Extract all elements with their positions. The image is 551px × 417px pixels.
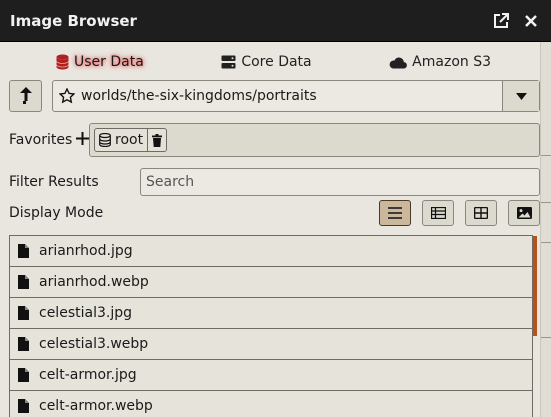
star-icon[interactable] <box>53 88 81 104</box>
server-icon <box>221 55 236 69</box>
trash-icon[interactable] <box>148 133 166 147</box>
search-input[interactable] <box>140 168 540 196</box>
file-icon <box>18 244 29 258</box>
filter-row: Filter Results <box>9 168 540 196</box>
list-icon <box>388 207 402 219</box>
favorite-chip-root[interactable]: root <box>94 128 168 152</box>
display-mode-table-button[interactable] <box>422 200 454 226</box>
tab-amazon-s3[interactable]: Amazon S3 <box>389 54 491 70</box>
favorite-chip-main[interactable]: root <box>95 129 149 151</box>
path-text: worlds/the-six-kingdoms/portraits <box>81 88 317 104</box>
favorite-chip-label: root <box>115 132 144 148</box>
display-mode-list-button[interactable] <box>379 200 411 226</box>
file-name: celt-armor.webp <box>39 398 153 414</box>
popout-icon[interactable] <box>491 11 511 31</box>
favorites-row: Favorites root <box>9 123 540 157</box>
image-icon <box>516 207 532 219</box>
path-row: worlds/the-six-kingdoms/portraits <box>9 80 540 112</box>
add-favorite-icon[interactable] <box>76 131 90 149</box>
close-icon[interactable] <box>521 11 541 31</box>
file-icon <box>18 337 29 351</box>
table-icon <box>430 207 446 219</box>
source-tabs: User Data Core Data Amazon S3 <box>0 48 551 76</box>
filter-label: Filter Results <box>9 174 99 190</box>
display-mode-row: Display Mode <box>9 199 540 227</box>
file-row[interactable]: celestial3.jpg <box>9 298 533 329</box>
file-icon <box>18 306 29 320</box>
file-name: celestial3.jpg <box>39 305 132 321</box>
file-icon <box>18 399 29 413</box>
database-icon <box>56 54 69 70</box>
path-dropdown-button[interactable] <box>502 81 539 111</box>
path-field[interactable]: worlds/the-six-kingdoms/portraits <box>52 80 540 112</box>
favorites-list: root <box>89 123 540 157</box>
file-row[interactable]: celt-armor.webp <box>9 391 533 417</box>
file-name: celestial3.webp <box>39 336 149 352</box>
display-mode-label: Display Mode <box>9 205 104 221</box>
file-name: arianrhod.webp <box>39 274 149 290</box>
tab-label: Amazon S3 <box>412 54 491 70</box>
file-icon <box>18 368 29 382</box>
file-list: arianrhod.jpg arianrhod.webp celestial3.… <box>9 235 533 417</box>
level-up-icon <box>19 87 32 104</box>
favorites-label: Favorites <box>9 132 73 148</box>
file-icon <box>18 275 29 289</box>
database-icon <box>99 133 111 147</box>
cloud-icon <box>389 57 408 69</box>
display-mode-tiles-button[interactable] <box>465 200 497 226</box>
file-row[interactable]: celt-armor.jpg <box>9 360 533 391</box>
file-name: arianrhod.jpg <box>39 243 133 259</box>
title-bar: Image Browser <box>0 0 551 42</box>
display-mode-images-button[interactable] <box>508 200 540 226</box>
favorites-label-group: Favorites <box>9 131 90 149</box>
caret-down-icon <box>515 92 527 100</box>
tab-label: Core Data <box>241 54 312 70</box>
list-scrollbar[interactable] <box>533 236 537 336</box>
file-row[interactable]: arianrhod.webp <box>9 267 533 298</box>
background-panel-edge <box>540 42 551 417</box>
tab-core-data[interactable]: Core Data <box>221 54 312 70</box>
tab-label: User Data <box>74 54 144 70</box>
file-name: celt-armor.jpg <box>39 367 137 383</box>
grid-icon <box>474 207 488 219</box>
window-title: Image Browser <box>10 11 137 30</box>
image-browser-window: Image Browser User Data Core Data Amazon… <box>0 0 551 417</box>
file-row[interactable]: arianrhod.jpg <box>9 236 533 267</box>
file-row[interactable]: celestial3.webp <box>9 329 533 360</box>
parent-folder-button[interactable] <box>9 80 42 112</box>
tab-user-data[interactable]: User Data <box>56 54 144 70</box>
